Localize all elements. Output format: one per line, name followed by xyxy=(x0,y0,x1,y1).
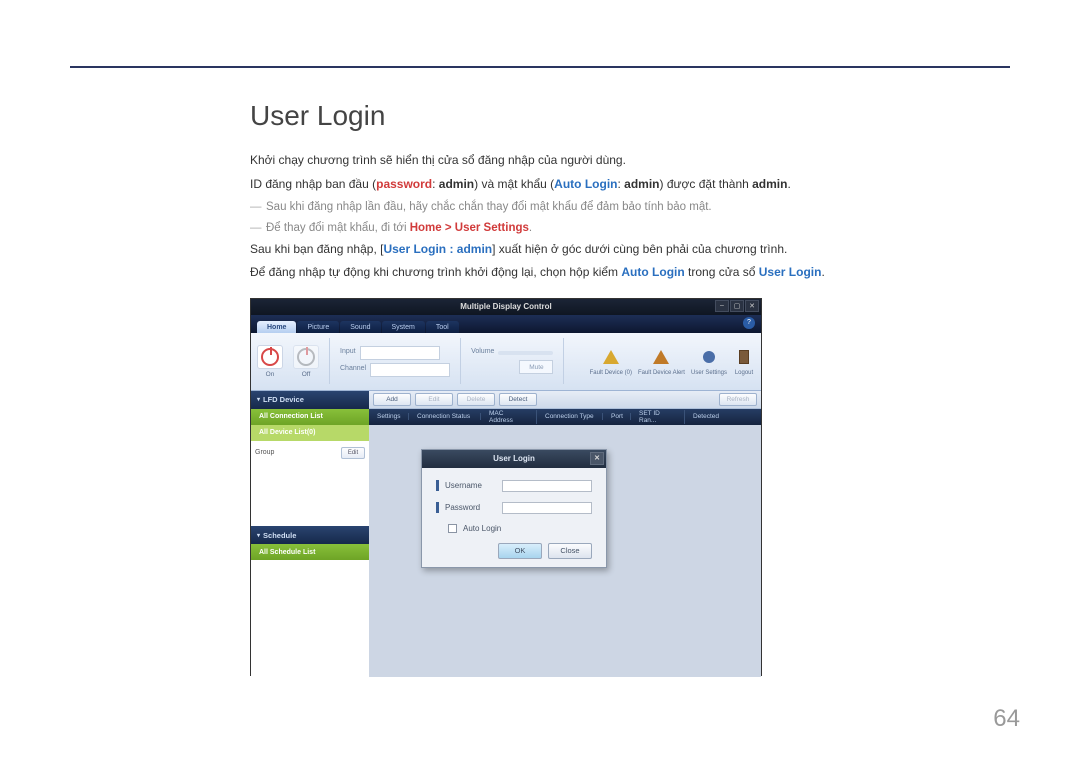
paragraph-initial-login: ID đăng nhập ban đầu (password: admin) v… xyxy=(250,174,970,196)
auto-login-highlight: Auto Login xyxy=(554,177,617,191)
power-off-icon xyxy=(297,348,315,366)
password-row: Password xyxy=(436,502,592,514)
help-button[interactable]: ? xyxy=(743,317,755,329)
tab-system[interactable]: System xyxy=(382,321,425,333)
sidebar: LFD Device All Connection List All Devic… xyxy=(251,391,369,677)
paragraph-after-login: Sau khi bạn đăng nhập, [User Login : adm… xyxy=(250,239,970,261)
sidebar-group-row: Group Edit xyxy=(255,447,365,459)
username-row: Username xyxy=(436,480,592,492)
note-user-settings-path: Để thay đổi mật khẩu, đi tới Home > User… xyxy=(250,218,970,239)
ribbon-right-group: Fault Device (0) Fault Device Alert User… xyxy=(590,346,755,376)
auto-login-checkbox[interactable] xyxy=(448,524,457,533)
col-settings[interactable]: Settings xyxy=(369,413,409,420)
sidebar-schedule-body xyxy=(251,560,369,677)
power-off-group: Off xyxy=(293,345,319,378)
power-on-group: On xyxy=(257,345,283,378)
password-label: Password xyxy=(445,503,496,512)
group-edit-button[interactable]: Edit xyxy=(341,447,365,459)
paragraph-auto-login: Để đăng nhập tự động khi chương trình kh… xyxy=(250,262,970,284)
volume-slider[interactable] xyxy=(498,351,553,355)
header-rule xyxy=(70,66,1010,68)
user-settings-button[interactable]: User Settings xyxy=(691,346,727,376)
page-title: User Login xyxy=(250,100,970,132)
login-ok-button[interactable]: OK xyxy=(498,543,542,559)
mute-button[interactable]: Mute xyxy=(519,360,553,374)
login-close-button-2[interactable]: Close xyxy=(548,543,592,559)
ribbon-separator xyxy=(329,338,330,384)
username-label: Username xyxy=(445,481,496,490)
power-off-button[interactable] xyxy=(293,345,319,369)
password-input[interactable] xyxy=(502,502,592,514)
col-port[interactable]: Port xyxy=(603,413,631,420)
volume-group: Volume Mute xyxy=(471,348,553,374)
channel-dropdown[interactable] xyxy=(370,363,450,377)
login-modal-title: User Login ✕ xyxy=(422,450,606,468)
ribbon-separator-3 xyxy=(563,338,564,384)
main-tabbar: Home Picture Sound System Tool ? xyxy=(251,315,761,333)
door-icon xyxy=(739,350,749,364)
tab-tool[interactable]: Tool xyxy=(426,321,459,333)
fault-device-button[interactable]: Fault Device (0) xyxy=(590,346,632,376)
refresh-button[interactable]: Refresh xyxy=(719,393,757,406)
password-highlight: password xyxy=(376,177,432,191)
user-settings-highlight: User Settings xyxy=(455,222,529,234)
column-headers: Settings Connection Status MAC Address C… xyxy=(369,409,761,425)
field-marker-icon xyxy=(436,480,439,491)
tab-picture[interactable]: Picture xyxy=(297,321,339,333)
page-number: 64 xyxy=(993,705,1020,733)
col-setid[interactable]: SET ID Ran... xyxy=(631,410,685,424)
workspace-toolbar: Add Edit Delete Detect Refresh xyxy=(369,391,761,409)
app-titlebar: Multiple Display Control – ▢ ✕ xyxy=(251,299,761,315)
ribbon-separator-2 xyxy=(460,338,461,384)
group-label: Group xyxy=(255,449,274,456)
note-change-password: Sau khi đăng nhập lần đầu, hãy chắc chắn… xyxy=(250,197,970,218)
window-controls: – ▢ ✕ xyxy=(715,300,759,312)
auto-login-row: Auto Login xyxy=(448,524,592,533)
login-modal: User Login ✕ Username Password Auto Logi… xyxy=(421,449,607,568)
tab-sound[interactable]: Sound xyxy=(340,321,380,333)
sidebar-schedule-list[interactable]: All Schedule List xyxy=(251,544,369,560)
fault-alert-button[interactable]: Fault Device Alert xyxy=(638,346,685,376)
col-conn-type[interactable]: Connection Type xyxy=(537,413,603,420)
logout-button[interactable]: Logout xyxy=(733,346,755,376)
tab-home[interactable]: Home xyxy=(257,321,296,333)
add-button[interactable]: Add xyxy=(373,393,411,406)
power-icon xyxy=(261,348,279,366)
username-input[interactable] xyxy=(502,480,592,492)
page-content: User Login Khởi chạy chương trình sẽ hiể… xyxy=(250,100,970,676)
power-on-button[interactable] xyxy=(257,345,283,369)
auto-login-label: Auto Login xyxy=(463,524,592,533)
user-login-admin-highlight: User Login : admin xyxy=(383,242,492,256)
close-button[interactable]: ✕ xyxy=(745,300,759,312)
sidebar-lfd-header[interactable]: LFD Device xyxy=(251,391,369,409)
col-conn-status[interactable]: Connection Status xyxy=(409,413,481,420)
sidebar-schedule-header[interactable]: Schedule xyxy=(251,526,369,544)
app-title: Multiple Display Control xyxy=(460,302,552,311)
field-marker-icon xyxy=(436,502,439,513)
auto-login-checkbox-highlight: Auto Login xyxy=(621,265,684,279)
detect-button[interactable]: Detect xyxy=(499,393,537,406)
delete-button[interactable]: Delete xyxy=(457,393,495,406)
edit-button[interactable]: Edit xyxy=(415,393,453,406)
minimize-button[interactable]: – xyxy=(715,300,729,312)
col-detected[interactable]: Detected xyxy=(685,413,761,420)
home-highlight: Home xyxy=(410,222,442,234)
user-icon xyxy=(703,351,715,363)
login-modal-body: Username Password Auto Login OK Close xyxy=(422,468,606,567)
alert-icon xyxy=(653,350,669,364)
sidebar-body: Group Edit xyxy=(251,441,369,527)
maximize-button[interactable]: ▢ xyxy=(730,300,744,312)
warning-icon xyxy=(603,350,619,364)
col-mac[interactable]: MAC Address xyxy=(481,410,537,424)
app-screenshot: Multiple Display Control – ▢ ✕ Home Pict… xyxy=(250,298,762,676)
sidebar-connection-list[interactable]: All Connection List xyxy=(251,409,369,425)
user-login-window-highlight: User Login xyxy=(759,265,822,279)
login-buttons: OK Close xyxy=(436,543,592,559)
login-close-button[interactable]: ✕ xyxy=(590,452,604,465)
ribbon: On Off Input Channel Volume Mute Fault D… xyxy=(251,333,761,391)
sidebar-device-list[interactable]: All Device List(0) xyxy=(251,425,369,441)
input-channel-group: Input Channel xyxy=(340,346,450,377)
input-dropdown[interactable] xyxy=(360,346,440,360)
paragraph-intro: Khởi chạy chương trình sẽ hiển thị cửa s… xyxy=(250,150,970,172)
